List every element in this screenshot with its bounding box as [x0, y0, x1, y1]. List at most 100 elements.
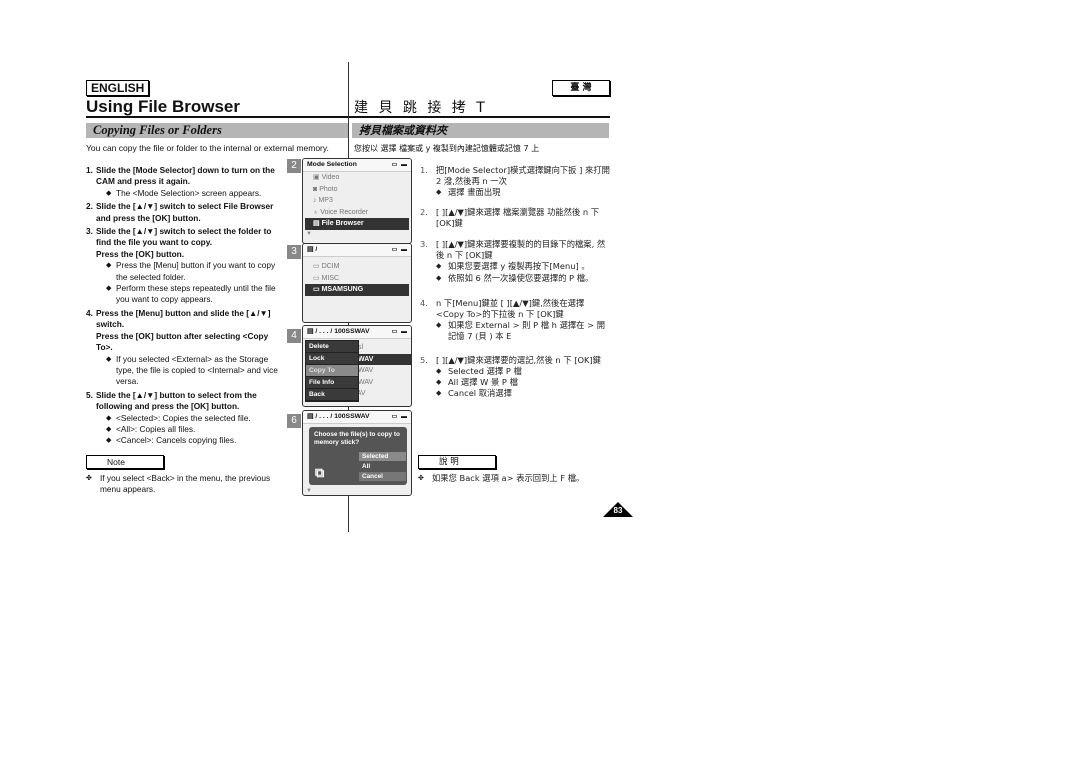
scroll-down-icon[interactable]: ▼: [303, 230, 411, 238]
scroll-down-icon[interactable]: ▼: [303, 487, 312, 495]
steps-list: 1. Slide the [Mode Selector] down to tur…: [86, 165, 282, 449]
option-all[interactable]: All: [359, 462, 406, 471]
menu-item-file-browser[interactable]: ▤ File Browser: [305, 218, 409, 230]
step-text: Slide the [▲/▼] button to select from th…: [96, 389, 257, 412]
section-heading-taiwan: 拷貝檔案或資料夾: [352, 123, 609, 138]
folder-icon: ▭: [313, 274, 322, 282]
step-text-2: Press the [OK] button.: [96, 248, 185, 259]
steps-list-taiwan: 1. 把[Mode Selector]模式選擇鍵向下扳 ] 來打開2 潑,然後再 …: [420, 165, 610, 401]
menu-item-photo[interactable]: ◙ Photo: [303, 184, 411, 196]
tw-step-5: 5.[ ][▲/▼]鍵來選擇要的選記,然後 n 下 [OK]鍵 ◆ Selecte…: [420, 354, 601, 399]
title-rule-left: [86, 116, 349, 118]
menu-lock[interactable]: Lock: [306, 353, 358, 365]
screen-header: /: [315, 246, 318, 253]
step-bullet: ◆ Perform these steps repeatedly until th…: [106, 283, 276, 305]
step-bullet: ◆ If you selected <External> as the Stora…: [106, 353, 278, 387]
screen-step-number: 4: [287, 329, 301, 343]
diamond-bullet-icon: ◆: [106, 355, 112, 363]
screen-header: Mode Selection: [307, 161, 357, 168]
step-bullet: ◆ <Selected>: Copies the selected file.: [106, 412, 251, 423]
diamond-bullet-icon: ◆: [436, 378, 442, 387]
screen-file-menu: ▤ / . . . / 100SSWAV▭ ▬ sl WAV WAV WAV S…: [302, 325, 412, 407]
step-4: 4. Press the [Menu] button and slide the…: [86, 308, 282, 388]
menu-back[interactable]: Back: [306, 389, 358, 401]
step-number: 1.: [86, 165, 93, 175]
diamond-bullet-icon: ◆: [436, 188, 442, 197]
tw-step-3: 3.[ ][▲/▼]鍵來選擇要複製的的目錄下的檔案, 然後 n 下 [OK]鍵 …: [420, 239, 606, 283]
step-text: Slide the [Mode Selector] down to turn o…: [96, 165, 275, 187]
copy-dialog: Choose the file(s) to copy to memory sti…: [309, 427, 407, 485]
step-text: Slide the [▲/▼] switch to select the fol…: [96, 226, 272, 248]
step-number: 4.: [86, 307, 93, 318]
step-3: 3. Slide the [▲/▼] switch to select the …: [86, 226, 282, 306]
tw-step-1: 1. 把[Mode Selector]模式選擇鍵向下扳 ] 來打開2 潑,然後再 …: [420, 165, 610, 198]
note-text-block: ✤ If you select <Back> in the menu, the p…: [86, 473, 282, 496]
screen-copy-dialog: ▤ / . . . / 100SSWAV ▭ ▬ Choose the file(…: [302, 410, 412, 496]
diamond-bullet-icon: ◆: [436, 366, 442, 375]
note-text: If you select <Back> in the menu, the pr…: [100, 473, 271, 495]
folder-misc[interactable]: ▭ MISC: [303, 273, 411, 285]
step-bullet: ◆ The <Mode Selection> screen appears.: [106, 187, 262, 198]
step-text: Press the [Menu] button and slide the [▲…: [96, 307, 271, 330]
folder-msamsung[interactable]: ▭ MSAMSUNG: [305, 284, 409, 296]
diamond-bullet-icon: ◆: [436, 321, 442, 330]
folder-dcim[interactable]: ▭ DCIM: [303, 261, 411, 273]
copy-icon: ⧉: [315, 465, 325, 480]
video-icon: ▣: [313, 174, 322, 181]
context-menu: Delete Lock Copy To File Info Back: [305, 340, 359, 402]
file-list-behind: sl WAV WAV WAV: [358, 342, 411, 388]
battery-status-icon: ▭ ▬: [391, 162, 408, 168]
intro-text-taiwan: 您按以 選擇 檔案或 y 複製到內建記憶體或記憶 7 上: [354, 144, 540, 153]
step-number: 3.: [86, 226, 93, 237]
battery-status-icon: ▭ ▬: [391, 329, 408, 335]
screen-header: / . . . / 100SSWAV: [315, 413, 370, 420]
step-bullet: ◆ <All>: Copies all files.: [106, 423, 196, 434]
battery-status-icon: ▭ ▬: [391, 247, 408, 253]
diamond-bullet-icon: ◆: [106, 262, 112, 270]
folder-icon: ▭: [313, 263, 322, 270]
diamond-bullet-icon: ◆: [106, 425, 112, 433]
step-number: 5.: [86, 389, 93, 400]
tw-step-4: 4. n 下[Menu]鍵並 [ ][▲/▼]鍵,然後在選擇 <Copy To>的…: [420, 297, 605, 342]
note-text-block-taiwan: ✤ 如果您 Back 選項 a> 表示回到上 F 檔。: [418, 473, 618, 484]
screen-header: / . . . / 100SSWAV: [315, 328, 370, 335]
screen-step-number: 3: [287, 245, 301, 259]
page-title: Using File Browser: [86, 97, 240, 116]
file-browser-icon: ▤: [313, 220, 322, 227]
battery-status-icon: ▭ ▬: [391, 414, 408, 420]
menu-item-video[interactable]: ▣ Video: [303, 172, 411, 184]
step-bullet: ◆ <Cancel>: Cancels copying files.: [106, 435, 237, 446]
step-number: 2.: [86, 201, 93, 212]
title-rule-right: [349, 116, 610, 118]
step-bullet: ◆ Press the [Menu] button if you want to …: [106, 260, 276, 282]
diamond-bullet-icon: ◆: [436, 262, 442, 271]
menu-item-voice-recorder[interactable]: ♁ Voice Recorder: [303, 207, 411, 219]
diamond-bullet-icon: ◆: [436, 389, 442, 398]
note-text-taiwan: 如果您 Back 選項 a> 表示回到上 F 檔。: [432, 473, 585, 483]
menu-item-mp3[interactable]: ♪ MP3: [303, 195, 411, 207]
screen-step-number: 2: [287, 159, 301, 173]
note-label-taiwan: 說 明: [418, 455, 496, 469]
section-heading: Copying Files or Folders: [86, 123, 349, 138]
diamond-bullet-icon: ◆: [436, 273, 442, 282]
menu-delete[interactable]: Delete: [306, 341, 358, 353]
step-text: Slide the [▲/▼] switch to select File Br…: [96, 201, 274, 223]
diamond-bullet-icon: ◆: [106, 414, 112, 422]
language-label-taiwan: 臺 灣: [552, 80, 610, 96]
menu-file-info[interactable]: File Info: [306, 377, 358, 389]
page-number: 83: [613, 506, 623, 515]
step-2: 2. Slide the [▲/▼] switch to select File…: [86, 201, 282, 224]
step-text-2: Press the [OK] button after selecting <C…: [96, 330, 269, 353]
language-label-english: ENGLISH: [86, 80, 150, 96]
note-label: Note: [86, 455, 164, 469]
note-bullet-icon: ✤: [86, 475, 92, 482]
page-title-taiwan: 建 貝 跳 接 拷 T: [354, 100, 488, 116]
note-bullet-icon: ✤: [418, 474, 424, 482]
option-selected[interactable]: Selected: [359, 452, 406, 461]
screen-folder-list: ▤ / ▭ ▬ ▭ DCIM ▭ MISC ▭ MSAMSUNG: [302, 243, 412, 323]
menu-copy-to[interactable]: Copy To: [306, 365, 358, 377]
screen-step-number: 6: [287, 414, 301, 428]
intro-text: You can copy the file or folder to the i…: [86, 143, 329, 153]
tw-step-2: 2.[ ][▲/▼]鍵來選擇 檔案瀏覽器 功能然後 n 下 [OK]鍵: [420, 206, 600, 228]
option-cancel[interactable]: Cancel: [359, 472, 406, 481]
